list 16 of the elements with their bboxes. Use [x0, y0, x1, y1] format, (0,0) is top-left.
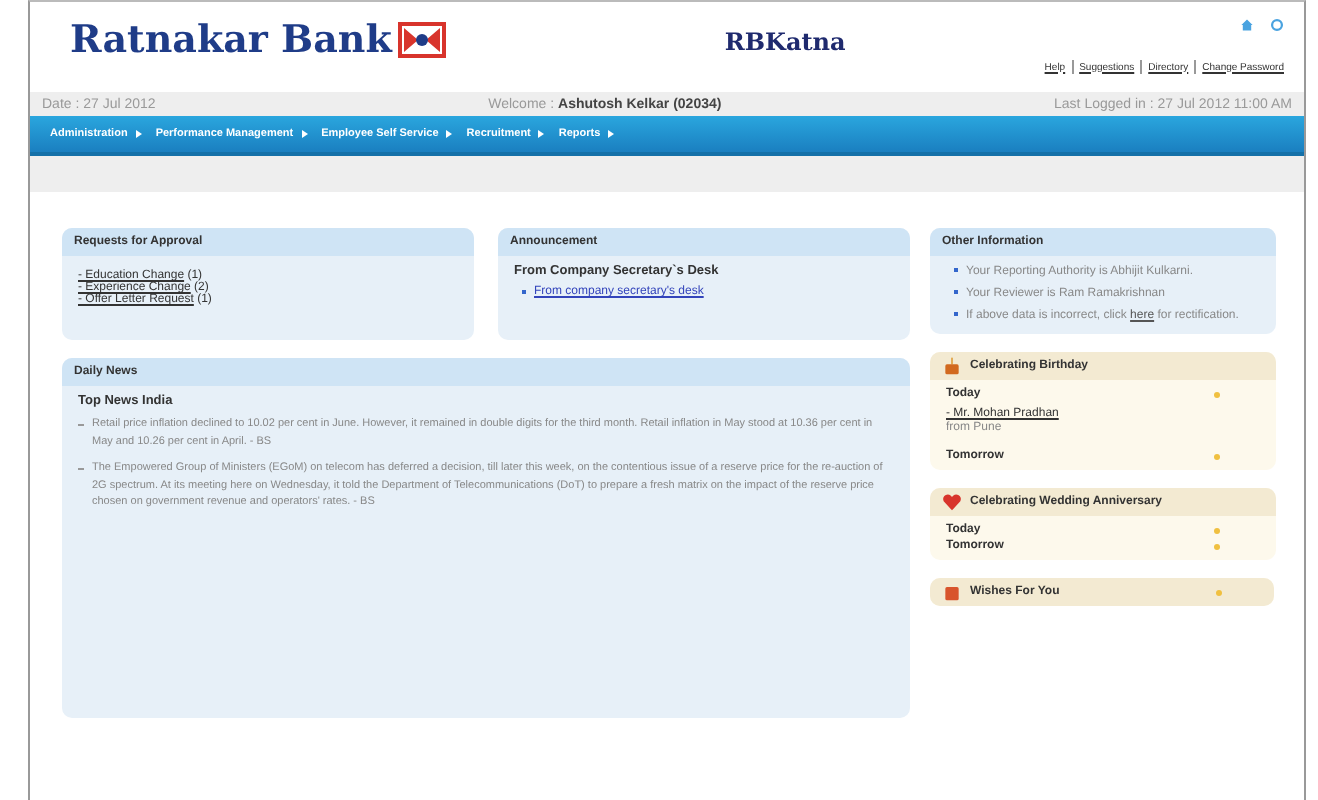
product-logo-text: RBKatna — [724, 28, 846, 56]
dropdown-arrow-icon — [446, 130, 453, 138]
heart-icon — [942, 492, 962, 512]
expand-icon[interactable] — [1214, 453, 1220, 459]
bank-emblem-icon — [397, 22, 446, 58]
dropdown-arrow-icon — [135, 130, 142, 138]
expand-icon[interactable] — [1214, 543, 1220, 549]
dropdown-arrow-icon — [538, 130, 545, 138]
bank-logo-text: Ratnakar Bank — [70, 18, 392, 62]
dropdown-arrow-icon — [301, 130, 308, 138]
expand-icon[interactable] — [1214, 391, 1220, 397]
cake-icon — [942, 356, 962, 376]
expand-icon[interactable] — [1214, 527, 1220, 533]
expand-icon[interactable] — [1216, 589, 1222, 595]
home-icon[interactable] — [1240, 18, 1254, 32]
dropdown-arrow-icon — [608, 130, 615, 138]
